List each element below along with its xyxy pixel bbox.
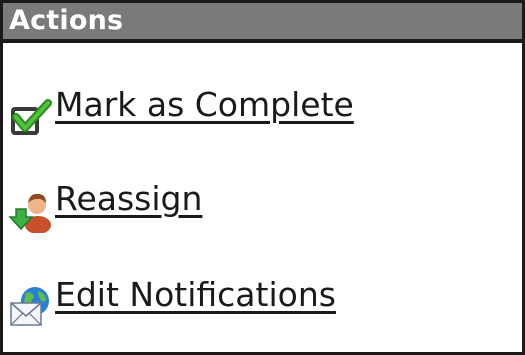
panel-header: Actions [3, 3, 522, 43]
actions-panel: Actions Mark as Complete Reassign Edit N… [0, 0, 525, 355]
edit-notifications-action[interactable]: Edit Notifications [3, 271, 503, 326]
reassign-action[interactable]: Reassign [3, 175, 503, 233]
mark-as-complete-action[interactable]: Mark as Complete [3, 81, 503, 135]
panel-title: Actions [9, 5, 124, 36]
reassign-link[interactable]: Reassign [55, 175, 202, 223]
user-arrow-icon [8, 193, 51, 233]
checkbox-check-icon [11, 99, 52, 135]
globe-envelope-icon [10, 287, 49, 326]
mark-as-complete-link[interactable]: Mark as Complete [55, 81, 354, 129]
edit-notifications-link[interactable]: Edit Notifications [55, 271, 336, 319]
